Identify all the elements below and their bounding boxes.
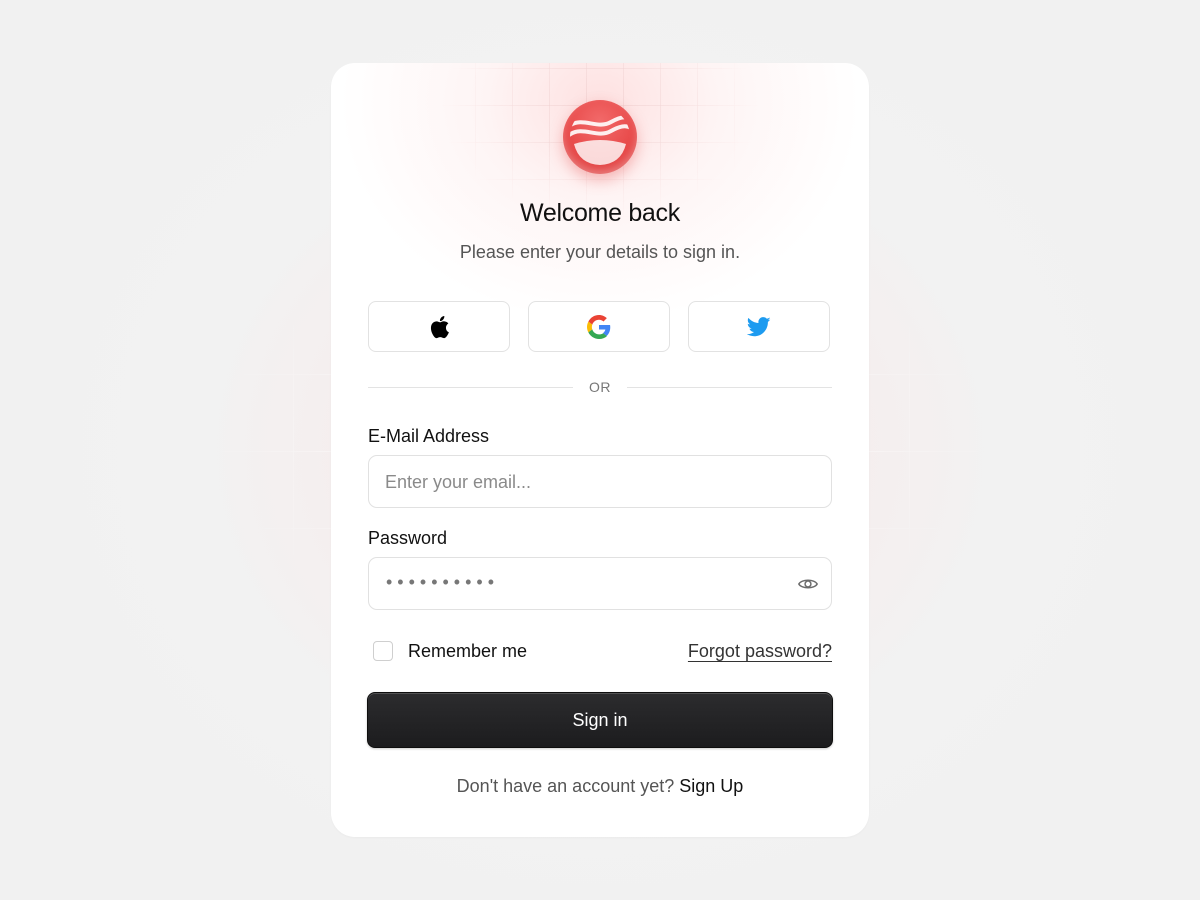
page-subtitle: Please enter your details to sign in. (459, 242, 741, 262)
twitter-icon (747, 316, 771, 336)
signup-prompt-text: Don't have an account yet? (456, 776, 675, 796)
email-field[interactable] (383, 456, 787, 508)
divider-label: OR (589, 379, 611, 395)
remember-me-label: Remember me (408, 641, 528, 661)
email-field-container (368, 455, 832, 508)
brand-logo-icon (563, 100, 637, 174)
apple-icon (430, 315, 449, 338)
page-title: Welcome back (520, 199, 680, 227)
forgot-password-link[interactable]: Forgot password? (688, 641, 832, 662)
password-mask: •••••••••• (386, 572, 500, 592)
password-label: Password (368, 528, 448, 548)
divider-line-left (368, 387, 573, 388)
email-label: E-Mail Address (368, 426, 490, 446)
apple-signin-button[interactable] (368, 301, 510, 352)
sign-in-button[interactable]: Sign in (367, 692, 833, 748)
password-field[interactable]: •••••••••• (368, 557, 832, 610)
google-signin-button[interactable] (528, 301, 670, 352)
signup-prompt: Don't have an account yet? Sign Up (331, 776, 869, 797)
login-card: Welcome back Please enter your details t… (331, 63, 869, 837)
divider-line-right (627, 387, 832, 388)
twitter-signin-button[interactable] (688, 301, 830, 352)
eye-icon[interactable] (797, 573, 819, 595)
google-icon (587, 314, 611, 339)
remember-me-checkbox[interactable] (373, 641, 393, 661)
sign-up-link[interactable]: Sign Up (679, 776, 743, 796)
